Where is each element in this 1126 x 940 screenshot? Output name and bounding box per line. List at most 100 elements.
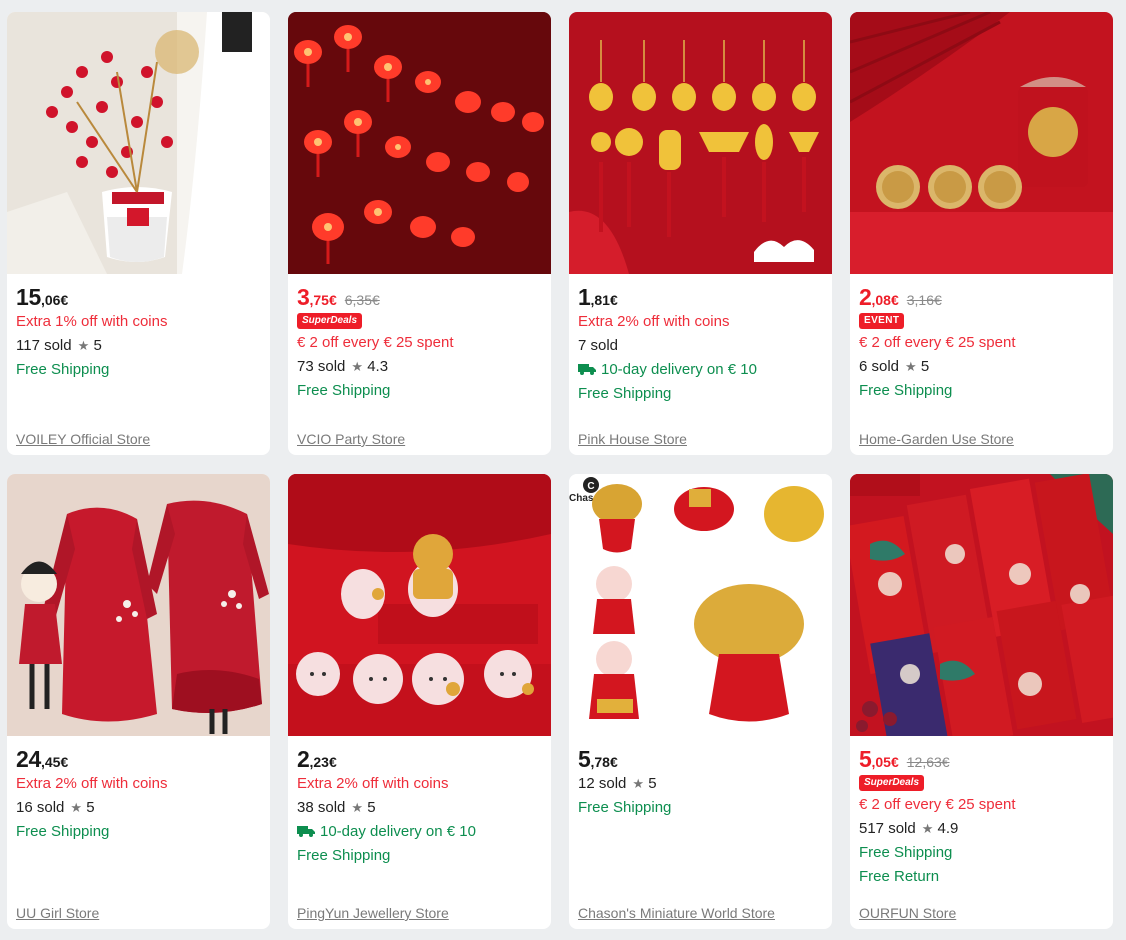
sold-count: 12 sold <box>578 775 627 792</box>
rating-value: 5 <box>86 799 95 816</box>
product-image[interactable] <box>850 474 1113 736</box>
delivery-text: 10-day delivery on € 10 <box>320 823 476 840</box>
price: 2 ,23€ <box>297 746 542 772</box>
price-integer: 3 <box>297 284 310 310</box>
sold-rating: 38 sold ★ 5 <box>297 796 542 820</box>
price-integer: 1 <box>578 284 591 310</box>
star-icon: ★ <box>70 800 83 815</box>
coin-discount: Extra 2% off with coins <box>16 775 168 792</box>
price: 24 ,45€ <box>16 746 261 772</box>
original-price: 12,63€ <box>906 754 950 770</box>
rating-value: 5 <box>367 799 376 816</box>
delivery-text: 10-day delivery on € 10 <box>601 361 757 378</box>
store-link[interactable]: OURFUN Store <box>859 905 956 921</box>
star-icon: ★ <box>351 800 364 815</box>
superdeals-badge: SuperDeals <box>297 313 363 329</box>
sold-count: 7 sold <box>578 337 619 354</box>
sold-rating: 12 sold ★ 5 <box>578 772 823 796</box>
store-link[interactable]: VOILEY Official Store <box>16 431 150 447</box>
price: 1 ,81€ <box>578 284 823 310</box>
truck-icon <box>578 364 596 375</box>
star-icon: ★ <box>905 359 917 374</box>
product-card[interactable]: 3 ,75€ 6,35€ SuperDeals € 2 off every € … <box>288 12 551 455</box>
delivery-info: 10-day delivery on € 10 <box>578 358 823 382</box>
product-image[interactable] <box>288 474 551 736</box>
price-integer: 5 <box>859 746 872 772</box>
price-decimal: ,78€ <box>590 754 618 770</box>
product-card[interactable]: 15 ,06€ Extra 1% off with coins 117 sold… <box>7 12 270 455</box>
sold-count: 38 sold <box>297 799 346 816</box>
price-decimal: ,06€ <box>40 292 69 308</box>
store-link[interactable]: VCIO Party Store <box>297 431 405 447</box>
free-shipping: Free Shipping <box>297 847 391 864</box>
product-image[interactable] <box>569 12 832 274</box>
coin-discount: Extra 2% off with coins <box>297 775 449 792</box>
price-decimal: ,05€ <box>871 754 899 770</box>
delivery-info: 10-day delivery on € 10 <box>297 820 542 844</box>
sold-count: 6 sold <box>859 358 900 375</box>
product-grid: 15 ,06€ Extra 1% off with coins 117 sold… <box>7 12 1113 929</box>
sold-rating: 6 sold ★ 5 <box>859 355 1104 379</box>
product-image[interactable] <box>7 12 270 274</box>
product-card[interactable]: 1 ,81€ Extra 2% off with coins 7 sold 10… <box>569 12 832 455</box>
store-link[interactable]: Home-Garden Use Store <box>859 431 1014 447</box>
price: 3 ,75€ 6,35€ <box>297 284 542 310</box>
price-integer: 2 <box>859 284 872 310</box>
product-image[interactable] <box>7 474 270 736</box>
product-card[interactable]: 24 ,45€ Extra 2% off with coins 16 sold ★… <box>7 474 270 929</box>
price-decimal: ,81€ <box>590 292 618 308</box>
product-image[interactable]: C Chason's <box>569 474 832 736</box>
price-decimal: ,08€ <box>871 292 899 308</box>
store-link[interactable]: Chason's Miniature World Store <box>578 905 775 921</box>
spend-discount: € 2 off every € 25 spent <box>859 796 1016 813</box>
event-badge: EVENT <box>859 313 905 329</box>
price: 5 ,05€ 12,63€ <box>859 746 1104 772</box>
price-integer: 2 <box>297 746 310 772</box>
rating-value: 5 <box>93 337 102 354</box>
product-image[interactable] <box>288 12 551 274</box>
spend-discount: € 2 off every € 25 spent <box>297 334 454 351</box>
free-shipping: Free Shipping <box>16 823 110 840</box>
free-return: Free Return <box>859 868 940 885</box>
sold-count: 117 sold <box>16 337 72 354</box>
sold-rating: 517 sold ★ 4.9 <box>859 817 1104 841</box>
product-card[interactable]: 2 ,08€ 3,16€ EVENT € 2 off every € 25 sp… <box>850 12 1113 455</box>
price-decimal: ,75€ <box>309 292 337 308</box>
price-integer: 5 <box>578 746 591 772</box>
price-decimal: ,23€ <box>309 754 337 770</box>
coin-discount: Extra 1% off with coins <box>16 313 168 330</box>
rating-value: 5 <box>648 775 657 792</box>
price: 15 ,06€ <box>16 284 261 310</box>
rating-value: 4.3 <box>367 358 389 375</box>
free-shipping: Free Shipping <box>859 382 953 399</box>
product-card[interactable]: 2 ,23€ Extra 2% off with coins 38 sold ★ … <box>288 474 551 929</box>
sold-count: 517 sold <box>859 820 916 837</box>
store-link[interactable]: Pink House Store <box>578 431 687 447</box>
coin-discount: Extra 2% off with coins <box>578 313 730 330</box>
superdeals-badge: SuperDeals <box>859 775 925 791</box>
free-shipping: Free Shipping <box>578 799 672 816</box>
price-integer: 15 <box>16 284 41 310</box>
product-card[interactable]: C Chason's 5 ,78€ 12 sold ★ 5 Free Shipp… <box>569 474 832 929</box>
star-icon: ★ <box>632 776 645 791</box>
product-card[interactable]: 5 ,05€ 12,63€ SuperDeals € 2 off every €… <box>850 474 1113 929</box>
store-link[interactable]: PingYun Jewellery Store <box>297 905 449 921</box>
star-icon: ★ <box>351 359 364 374</box>
price-integer: 24 <box>16 746 41 772</box>
sold-count: 73 sold <box>297 358 346 375</box>
original-price: 6,35€ <box>344 292 380 308</box>
price: 5 ,78€ <box>578 746 823 772</box>
truck-icon <box>297 826 315 837</box>
price: 2 ,08€ 3,16€ <box>859 284 1104 310</box>
free-shipping: Free Shipping <box>578 385 672 402</box>
sold-count: 16 sold <box>16 799 65 816</box>
sold-rating: 117 sold ★ 5 <box>16 334 261 358</box>
original-price: 3,16€ <box>906 292 942 308</box>
store-link[interactable]: UU Girl Store <box>16 905 99 921</box>
spend-discount: € 2 off every € 25 spent <box>859 334 1016 351</box>
star-icon: ★ <box>77 338 90 353</box>
sold-rating: 73 sold ★ 4.3 <box>297 355 542 379</box>
product-image[interactable] <box>850 12 1113 274</box>
free-shipping: Free Shipping <box>16 361 110 378</box>
price-decimal: ,45€ <box>40 754 69 770</box>
